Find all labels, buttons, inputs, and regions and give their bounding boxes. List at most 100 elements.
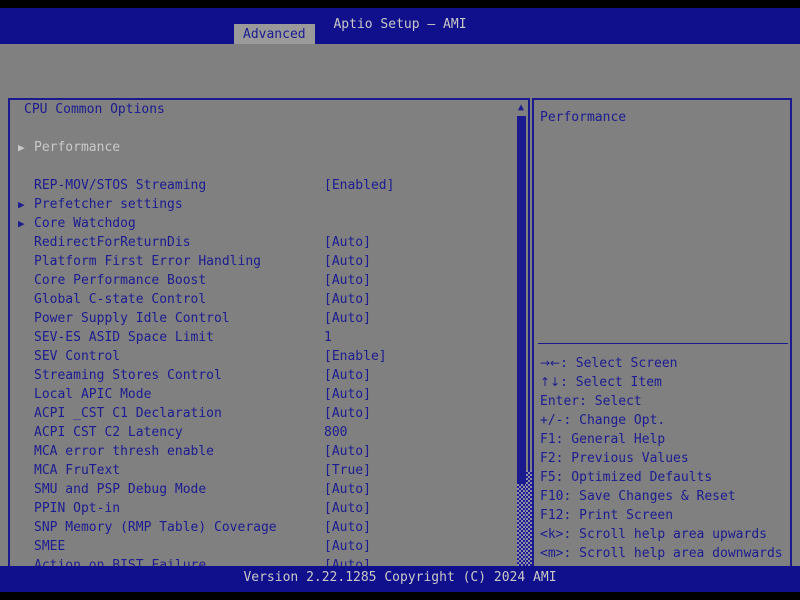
settings-panel: CPU Common Options ▶ Performance REP-MOV/ST… (8, 98, 530, 590)
submenu-triangle-icon: ▶ (18, 198, 25, 211)
menu-row[interactable]: RedirectForReturnDis [Auto] (10, 233, 510, 252)
menu-item-value[interactable]: [Auto] (324, 290, 371, 309)
menu-item-value[interactable]: [Auto] (324, 233, 371, 252)
menu-row[interactable]: ▶ Performance (10, 138, 510, 157)
settings-menu-list: CPU Common Options ▶ Performance REP-MOV/ST… (10, 100, 510, 575)
menu-item-label: CPU Common Options (24, 102, 165, 117)
help-key-row: Enter: Select (540, 392, 790, 411)
menu-spacer (10, 119, 510, 138)
menu-row[interactable]: SEV Control [Enable] (10, 347, 510, 366)
menu-item-label: MCA error thresh enable (34, 444, 215, 459)
menu-item-value[interactable]: [Enable] (324, 347, 387, 366)
submenu-triangle-icon: ▶ (18, 141, 25, 154)
menu-item-label: Global C-state Control (34, 292, 207, 307)
menu-item-value[interactable]: [Auto] (324, 252, 371, 271)
menu-item-value[interactable]: [True] (324, 461, 371, 480)
help-key-row: F2: Previous Values (540, 449, 790, 468)
menu-item-value[interactable]: [Auto] (324, 271, 371, 290)
menu-row[interactable]: MCA error thresh enable [Auto] (10, 442, 510, 461)
menu-item-label: Platform First Error Handling (34, 254, 261, 269)
menu-row[interactable]: ▶ Prefetcher settings (10, 195, 510, 214)
menu-item-value[interactable]: [Auto] (324, 537, 371, 556)
help-key-row: <k>: Scroll help area upwards (540, 525, 790, 544)
menu-row[interactable]: REP-MOV/STOS Streaming [Enabled] (10, 176, 510, 195)
menu-item-label: Prefetcher settings (34, 197, 183, 212)
scrollbar-thumb[interactable] (517, 116, 526, 484)
menu-item-label: Streaming Stores Control (34, 368, 222, 383)
help-key-list: →←: Select Screen ↑↓: Select Item Enter: S… (540, 354, 790, 582)
menu-item-value[interactable]: 800 (324, 423, 347, 442)
menu-row[interactable]: ACPI CST C2 Latency 800 (10, 423, 510, 442)
menu-item-value[interactable]: [Enabled] (324, 176, 394, 195)
menu-row[interactable]: MCA FruText [True] (10, 461, 510, 480)
menu-row[interactable]: ACPI _CST C1 Declaration [Auto] (10, 404, 510, 423)
help-panel: Performance →←: Select Screen ↑↓: Select … (532, 98, 792, 590)
menu-item-label: Performance (34, 140, 121, 155)
menu-item-label: MCA FruText (34, 463, 121, 478)
menu-row[interactable]: Local APIC Mode [Auto] (10, 385, 510, 404)
key-label: : Select Screen (560, 356, 678, 371)
menu-item-value[interactable]: [Auto] (324, 366, 371, 385)
menu-item-value[interactable]: [Auto] (324, 404, 371, 423)
menu-item-label: PPIN Opt-in (34, 501, 121, 516)
key-label: F1: General Help (540, 432, 666, 447)
menu-item-value[interactable]: [Auto] (324, 385, 371, 404)
key-label: F5: Optimized Defaults (540, 470, 713, 485)
menu-item-label: ACPI _CST C1 Declaration (34, 406, 222, 421)
menu-row[interactable]: SNP Memory (RMP Table) Coverage [Auto] (10, 518, 510, 537)
menu-item-label: Local APIC Mode (34, 387, 152, 402)
help-key-row: F5: Optimized Defaults (540, 468, 790, 487)
menu-item-label: SEV-ES ASID Space Limit (34, 330, 215, 345)
footer-band: Version 2.22.1285 Copyright (C) 2024 AMI (0, 566, 800, 592)
menu-item-label: SEV Control (34, 349, 121, 364)
key-label: Enter: Select (540, 394, 642, 409)
menu-item-value[interactable]: [Auto] (324, 442, 371, 461)
menu-item-value[interactable]: [Auto] (324, 480, 371, 499)
menu-row[interactable]: Core Performance Boost [Auto] (10, 271, 510, 290)
menu-row[interactable]: SMEE [Auto] (10, 537, 510, 556)
menu-row[interactable]: Platform First Error Handling [Auto] (10, 252, 510, 271)
menu-item-label: SMU and PSP Debug Mode (34, 482, 207, 497)
menu-item-value[interactable]: [Auto] (324, 309, 371, 328)
menu-row[interactable]: Global C-state Control [Auto] (10, 290, 510, 309)
tab-advanced[interactable]: Advanced (234, 24, 315, 44)
menu-item-label: Core Performance Boost (34, 273, 207, 288)
help-key-row: →←: Select Screen (540, 354, 790, 373)
key-glyph-icon: ↑↓ (540, 375, 561, 389)
menu-item-label: SMEE (34, 539, 66, 554)
key-label: <k>: Scroll help area upwards (540, 527, 767, 542)
help-key-row: F12: Print Screen (540, 506, 790, 525)
submenu-triangle-icon: ▶ (18, 217, 25, 230)
menu-item-label: REP-MOV/STOS Streaming (34, 178, 207, 193)
key-label: +/-: Change Opt. (540, 413, 666, 428)
top-black-strip (0, 0, 800, 8)
menu-item-value[interactable]: [Auto] (324, 518, 371, 537)
menu-row[interactable]: ▶ Core Watchdog (10, 214, 510, 233)
key-label: F10: Save Changes & Reset (540, 489, 736, 504)
help-key-row: +/-: Change Opt. (540, 411, 790, 430)
menu-item-label: ACPI CST C2 Latency (34, 425, 183, 440)
help-key-row: F10: Save Changes & Reset (540, 487, 790, 506)
menu-row[interactable]: SEV-ES ASID Space Limit 1 (10, 328, 510, 347)
bottom-black-strip (0, 592, 800, 600)
menu-row[interactable]: Power Supply Idle Control [Auto] (10, 309, 510, 328)
help-description: Performance (540, 110, 627, 125)
footer-version-text: Version 2.22.1285 Copyright (C) 2024 AMI (243, 570, 557, 585)
scroll-up-arrow-icon[interactable]: ▲ (516, 103, 526, 113)
menu-row[interactable]: PPIN Opt-in [Auto] (10, 499, 510, 518)
key-label: : Select Item (560, 375, 662, 390)
menu-row[interactable]: SMU and PSP Debug Mode [Auto] (10, 480, 510, 499)
key-label: <m>: Scroll help area downwards (540, 546, 783, 561)
help-key-row: F1: General Help (540, 430, 790, 449)
menu-row[interactable]: Streaming Stores Control [Auto] (10, 366, 510, 385)
help-key-row: <m>: Scroll help area downwards (540, 544, 790, 563)
menu-item-label: RedirectForReturnDis (34, 235, 191, 250)
tab-bar: Advanced (0, 24, 800, 44)
help-divider (538, 343, 788, 344)
menu-row[interactable]: CPU Common Options (10, 100, 510, 119)
bios-setup-screen: Aptio Setup – AMI Advanced CPU Common Op… (0, 0, 800, 600)
body-area: CPU Common Options ▶ Performance REP-MOV/ST… (0, 44, 800, 590)
menu-item-value[interactable]: [Auto] (324, 499, 371, 518)
menu-item-value[interactable]: 1 (324, 328, 332, 347)
menu-spacer (10, 157, 510, 176)
